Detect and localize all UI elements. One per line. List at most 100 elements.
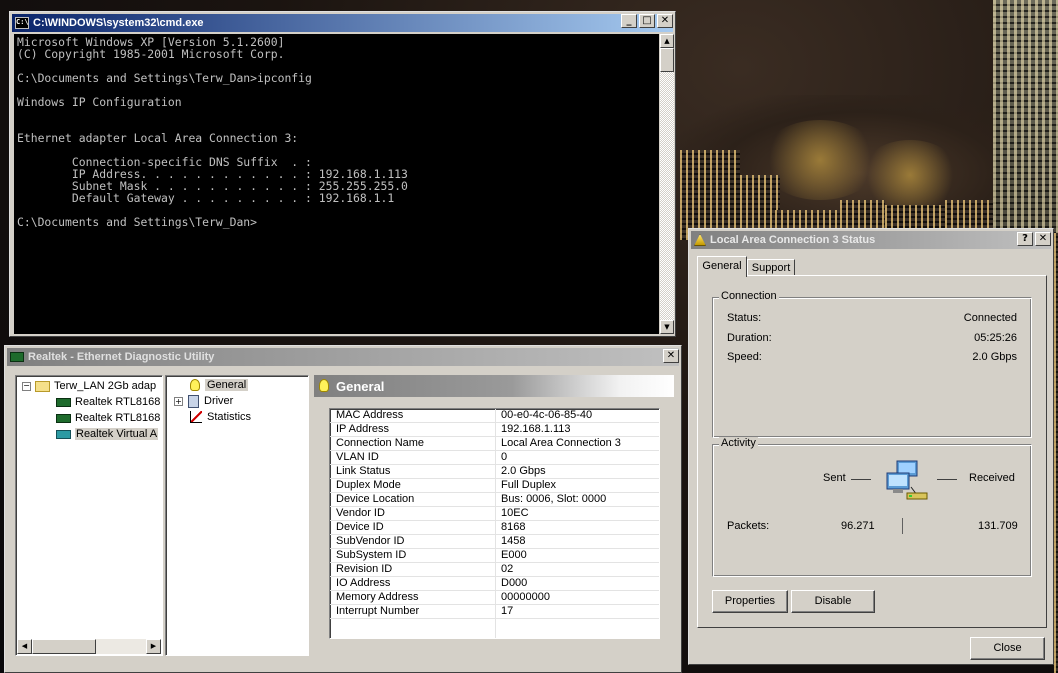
lightbulb-icon — [319, 379, 329, 392]
console-output[interactable]: Microsoft Windows XP [Version 5.1.2600](… — [14, 34, 659, 334]
table-row[interactable]: Connection Name Local Area Connection 3 — [330, 437, 659, 451]
cmd-window[interactable]: C:\ C:\WINDOWS\system32\cmd.exe _ □ ✕ Mi… — [9, 11, 676, 337]
console-line: Ethernet adapter Local Area Connection 3… — [17, 131, 299, 145]
nav-item-driver[interactable]: + Driver — [174, 393, 233, 409]
property-value: 02 — [501, 563, 514, 575]
property-value: 00000000 — [501, 591, 550, 603]
property-name: VLAN ID — [336, 451, 379, 463]
property-name: SubSystem ID — [336, 549, 407, 561]
tree-root-label: Terw_LAN 2Gb adap — [54, 380, 157, 392]
scroll-down-arrow-icon[interactable]: ▼ — [660, 320, 674, 334]
general-tab-panel: Connection Status: Connected Duration: 0… — [697, 275, 1047, 628]
property-name: Memory Address — [336, 591, 419, 603]
scroll-left-arrow-icon[interactable]: ◀ — [17, 639, 32, 654]
property-nav-tree[interactable]: General + Driver Statistics — [165, 375, 309, 656]
property-name: Revision ID — [336, 563, 393, 575]
table-row[interactable]: Duplex Mode Full Duplex — [330, 479, 659, 493]
property-value: 2.0 Gbps — [501, 465, 546, 477]
table-row[interactable]: Link Status 2.0 Gbps — [330, 465, 659, 479]
nav-item-general[interactable]: General — [190, 377, 249, 393]
table-row[interactable]: Device ID 8168 — [330, 521, 659, 535]
tree-root[interactable]: − Terw_LAN 2Gb adap — [22, 378, 156, 394]
properties-button[interactable]: Properties — [712, 590, 788, 613]
tree-horizontal-scrollbar[interactable]: ◀ ▶ — [17, 639, 161, 654]
property-name: SubVendor ID — [336, 535, 405, 547]
sent-label: Sent — [823, 472, 846, 484]
maximize-button[interactable]: □ — [639, 14, 655, 28]
realtek-window[interactable]: Realtek - Ethernet Diagnostic Utility ✕ … — [4, 345, 682, 673]
table-row[interactable]: Vendor ID 10EC — [330, 507, 659, 521]
property-value: 00-e0-4c-06-85-40 — [501, 409, 593, 421]
adapter-properties-table[interactable]: MAC Address 00-e0-4c-06-85-40 IP Address 19… — [329, 408, 660, 639]
property-name: MAC Address — [336, 409, 404, 421]
chart-icon — [190, 411, 202, 423]
close-button[interactable]: ✕ — [657, 14, 673, 28]
table-row[interactable]: SubVendor ID 1458 — [330, 535, 659, 549]
console-line: Windows IP Configuration — [17, 95, 182, 109]
section-title: General — [336, 378, 385, 394]
table-row[interactable]: Revision ID 02 — [330, 563, 659, 577]
collapse-icon[interactable]: − — [22, 381, 31, 391]
network-computers-icon — [883, 459, 931, 507]
close-dialog-button[interactable]: Close — [970, 637, 1045, 660]
network-card-icon — [10, 352, 24, 362]
tree-item-adapter-1[interactable]: Realtek RTL8168 — [56, 394, 160, 410]
status-label: Status: — [727, 312, 762, 324]
network-card-icon — [56, 397, 71, 407]
table-row[interactable]: Memory Address 00000000 — [330, 591, 659, 605]
table-row[interactable]: MAC Address 00-e0-4c-06-85-40 — [330, 409, 659, 423]
property-name: Device ID — [336, 521, 384, 533]
property-value: 17 — [501, 605, 514, 617]
section-header: General — [314, 375, 674, 397]
tree-item-adapter-virtual[interactable]: Realtek Virtual A — [56, 426, 159, 442]
console-line: C:\Documents and Settings\Terw_Dan>ipcon… — [17, 71, 312, 85]
tab-support[interactable]: Support — [747, 259, 795, 276]
network-card-icon — [56, 413, 71, 423]
property-name: Device Location — [336, 493, 415, 505]
scroll-right-arrow-icon[interactable]: ▶ — [146, 639, 161, 654]
table-row[interactable]: SubSystem ID E000 — [330, 549, 659, 563]
console-scrollbar[interactable]: ▲ ▼ — [660, 34, 674, 334]
table-row[interactable]: IO Address D000 — [330, 577, 659, 591]
scrollbar-thumb[interactable] — [660, 48, 674, 72]
expand-icon[interactable]: + — [174, 396, 183, 406]
console-line: (C) Copyright 1985-2001 Microsoft Corp. — [17, 47, 285, 61]
tree-item-adapter-2[interactable]: Realtek RTL8168 — [56, 410, 160, 426]
realtek-title-bar[interactable]: Realtek - Ethernet Diagnostic Utility — [7, 348, 679, 366]
help-button[interactable]: ? — [1017, 232, 1033, 246]
property-name: Vendor ID — [336, 507, 385, 519]
property-value: 10EC — [501, 507, 529, 519]
close-button[interactable]: ✕ — [663, 349, 679, 363]
packets-label: Packets: — [727, 520, 770, 532]
nav-item-statistics[interactable]: Statistics — [190, 409, 251, 425]
table-row[interactable]: VLAN ID 0 — [330, 451, 659, 465]
adapter-tree[interactable]: − Terw_LAN 2Gb adap Realtek RTL8168 Real… — [15, 375, 163, 656]
network-status-icon — [694, 234, 706, 246]
status-title-bar[interactable]: Local Area Connection 3 Status — [691, 231, 1051, 249]
scroll-up-arrow-icon[interactable]: ▲ — [660, 34, 674, 48]
property-value: 8168 — [501, 521, 526, 533]
property-name: Link Status — [336, 465, 391, 477]
close-button[interactable]: ✕ — [1035, 232, 1051, 246]
disable-button[interactable]: Disable — [791, 590, 875, 613]
folder-icon — [35, 380, 50, 392]
connection-group: Connection Status: Connected Duration: 0… — [712, 290, 1032, 438]
minimize-button[interactable]: _ — [621, 14, 637, 28]
table-row[interactable]: Interrupt Number 17 — [330, 605, 659, 619]
received-label: Received — [969, 472, 1015, 484]
table-row[interactable]: Device Location Bus: 0006, Slot: 0000 — [330, 493, 659, 507]
cmd-title-bar[interactable]: C:\ C:\WINDOWS\system32\cmd.exe — [12, 14, 673, 32]
duration-value: 05:25:26 — [974, 332, 1017, 344]
console-line: C:\Documents and Settings\Terw_Dan> — [17, 215, 258, 229]
table-row[interactable]: IP Address 192.168.1.113 — [330, 423, 659, 437]
property-value: D000 — [501, 577, 528, 589]
connection-status-dialog[interactable]: Local Area Connection 3 Status ? ✕ Gener… — [688, 228, 1054, 665]
speed-label: Speed: — [727, 351, 762, 363]
tab-general[interactable]: General — [697, 256, 747, 277]
property-name: Connection Name — [336, 437, 425, 449]
lightbulb-icon — [190, 379, 200, 391]
speed-value: 2.0 Gbps — [972, 351, 1017, 363]
scrollbar-thumb[interactable] — [32, 639, 96, 654]
property-value: 0 — [501, 451, 508, 463]
